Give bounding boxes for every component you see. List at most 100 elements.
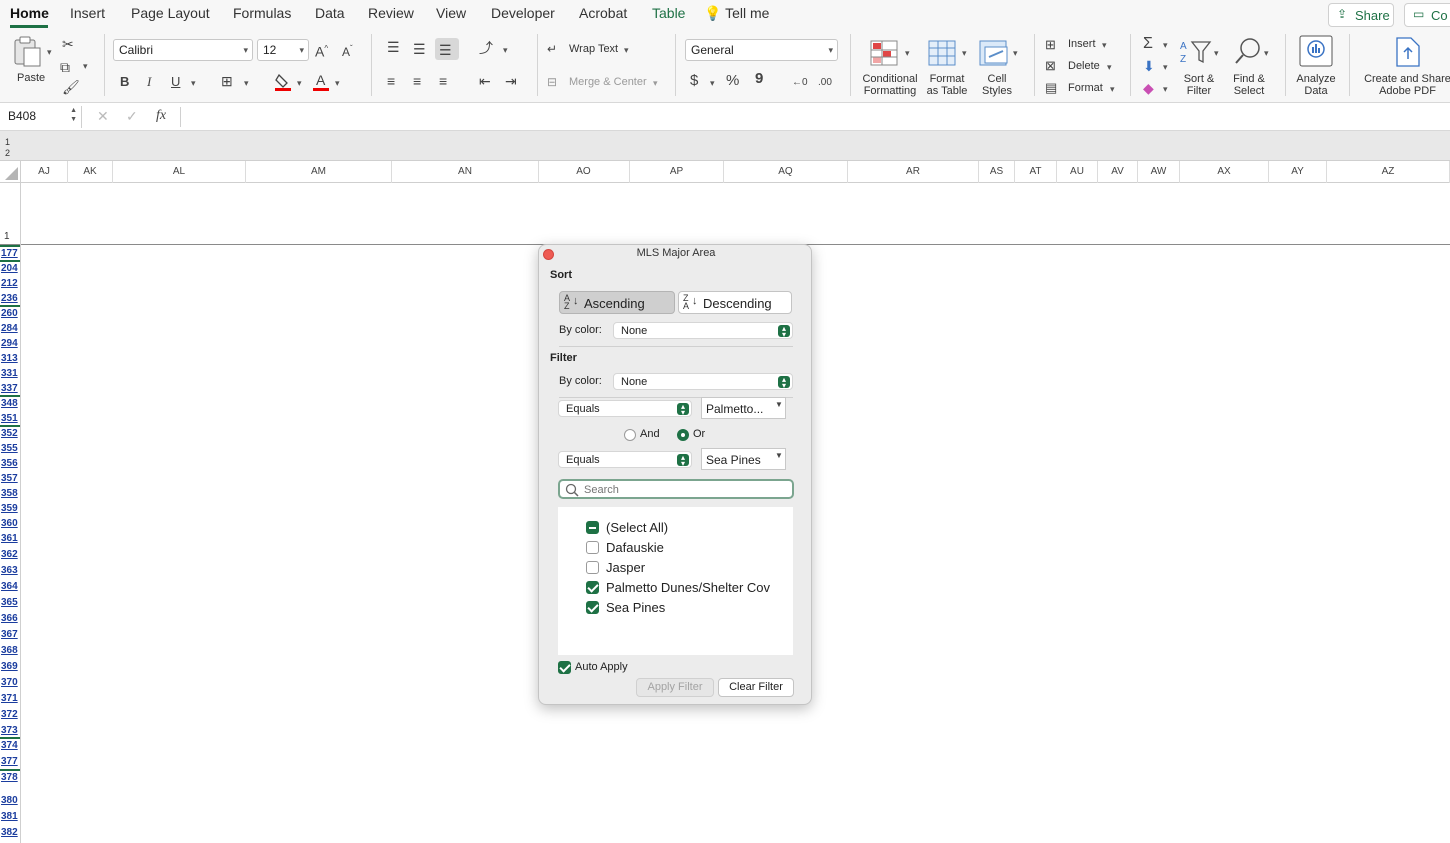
tab-acrobat[interactable]: Acrobat [579, 5, 627, 21]
tell-me[interactable]: 💡 Tell me [704, 5, 769, 22]
column-header-an[interactable]: AN [392, 161, 539, 183]
tab-page-layout[interactable]: Page Layout [131, 5, 210, 21]
row-header-236[interactable]: 236 [0, 293, 20, 304]
fill-color-dropdown-icon[interactable]: ▾ [297, 78, 302, 89]
number-format-select[interactable]: General ▾ [685, 39, 838, 61]
row-header-367[interactable]: 367 [0, 629, 20, 640]
row-header-331[interactable]: 331 [0, 368, 20, 379]
fill-icon[interactable]: ⬇ [1143, 58, 1155, 74]
increase-font-icon[interactable]: A^ [315, 41, 328, 60]
font-size-select[interactable]: 12 ▾ [257, 39, 309, 61]
delete-cells-button[interactable]: Delete [1068, 60, 1100, 72]
row-header-294[interactable]: 294 [0, 338, 20, 349]
align-center-icon[interactable]: ≡ [413, 73, 421, 89]
column-header-ao[interactable]: AO [538, 161, 630, 183]
filter-value-item[interactable]: Jasper [586, 559, 786, 577]
sort-color-select[interactable]: None ▴ ▾ [613, 322, 793, 339]
wrap-text-button[interactable]: Wrap Text [569, 43, 618, 55]
column-header-aq[interactable]: AQ [724, 161, 848, 183]
create-share-pdf-label[interactable]: Create and Share Adobe PDF [1360, 73, 1450, 97]
row-header-381[interactable]: 381 [0, 811, 20, 822]
tab-insert[interactable]: Insert [70, 5, 105, 21]
filter-value-item[interactable]: (Select All) [586, 519, 786, 537]
row-header-260[interactable]: 260 [0, 308, 20, 319]
and-radio[interactable] [624, 429, 636, 441]
borders-dropdown-icon[interactable]: ▾ [244, 78, 249, 89]
orientation-icon[interactable]: ⤴ [479, 40, 493, 56]
row-header-360[interactable]: 360 [0, 518, 20, 529]
confirm-entry-icon[interactable]: ✓ [126, 108, 138, 125]
tab-table[interactable]: Table [652, 5, 685, 21]
condition1-value-input[interactable]: Palmetto... [701, 397, 786, 419]
underline-button[interactable]: U [171, 74, 180, 90]
wrap-text-icon[interactable]: ↵ [547, 41, 557, 57]
font-name-select[interactable]: Calibri ▾ [113, 39, 253, 61]
paste-dropdown-icon[interactable]: ▾ [47, 47, 52, 58]
align-bottom-button[interactable]: ☰ [435, 38, 459, 60]
comments-button[interactable]: ▭ Co [1404, 3, 1450, 27]
align-left-icon[interactable]: ≡ [387, 73, 395, 89]
filter-value-checkbox[interactable] [586, 561, 599, 574]
condition2-dropdown-icon[interactable]: ▼ [775, 451, 783, 460]
conditional-formatting-icon[interactable] [870, 39, 900, 67]
row-header-365[interactable]: 365 [0, 597, 20, 608]
merge-center-button[interactable]: Merge & Center [569, 76, 647, 88]
search-input[interactable] [584, 482, 784, 497]
column-header-as[interactable]: AS [979, 161, 1015, 183]
tab-review[interactable]: Review [368, 5, 414, 21]
decrease-indent-icon[interactable]: ⇤ [479, 73, 491, 89]
row-header-348[interactable]: 348 [0, 398, 20, 409]
copy-dropdown-icon[interactable]: ▾ [83, 61, 88, 72]
condition2-operator-select[interactable]: Equals ▴ ▾ [558, 451, 692, 468]
underline-dropdown-icon[interactable]: ▾ [191, 78, 196, 89]
column-header-aw[interactable]: AW [1138, 161, 1180, 183]
apply-filter-button[interactable]: Apply Filter [636, 678, 714, 697]
tab-developer[interactable]: Developer [491, 5, 555, 21]
column-header-ax[interactable]: AX [1180, 161, 1269, 183]
row-header-372[interactable]: 372 [0, 709, 20, 720]
row-header-337[interactable]: 337 [0, 383, 20, 394]
column-header-ap[interactable]: AP [630, 161, 724, 183]
row-header-356[interactable]: 356 [0, 458, 20, 469]
row-header-364[interactable]: 364 [0, 581, 20, 592]
row-header-377[interactable]: 377 [0, 756, 20, 767]
adobe-pdf-icon[interactable] [1395, 37, 1421, 67]
row-header-177[interactable]: 177 [0, 248, 20, 259]
row-header-370[interactable]: 370 [0, 677, 20, 688]
row-header-357[interactable]: 357 [0, 473, 20, 484]
decrease-font-icon[interactable]: Aˇ [342, 41, 353, 60]
row-header-366[interactable]: 366 [0, 613, 20, 624]
borders-icon[interactable]: ⊞ [221, 73, 233, 89]
filter-value-item[interactable]: Palmetto Dunes/Shelter Cov [586, 579, 786, 597]
select-all-corner[interactable] [0, 161, 21, 183]
tab-view[interactable]: View [436, 5, 466, 21]
comma-button[interactable]: 9 [755, 71, 763, 87]
conditional-formatting-label[interactable]: Conditional Formatting [860, 73, 920, 97]
paste-icon[interactable] [12, 36, 42, 68]
filter-color-select[interactable]: None ▴ ▾ [613, 373, 793, 390]
sort-filter-label[interactable]: Sort & Filter [1178, 73, 1220, 97]
format-as-table-label[interactable]: Format as Table [922, 73, 972, 97]
row-header-352[interactable]: 352 [0, 428, 20, 439]
fill-color-icon[interactable] [275, 72, 293, 92]
filter-value-item[interactable]: Dafauskie [586, 539, 786, 557]
cell-styles-label[interactable]: Cell Styles [977, 73, 1017, 97]
increase-decimal-icon[interactable]: ←0 [792, 75, 808, 91]
row-header-212[interactable]: 212 [0, 278, 20, 289]
column-header-ar[interactable]: AR [848, 161, 979, 183]
row-header-363[interactable]: 363 [0, 565, 20, 576]
align-right-icon[interactable]: ≡ [439, 73, 447, 89]
or-radio[interactable] [677, 429, 689, 441]
row-header-362[interactable]: 362 [0, 549, 20, 560]
condition1-operator-select[interactable]: Equals ▴ ▾ [558, 400, 692, 417]
analyze-data-label[interactable]: Analyze Data [1291, 73, 1341, 97]
row-header-371[interactable]: 371 [0, 693, 20, 704]
align-top-icon[interactable]: ☰ [387, 39, 400, 55]
formula-input[interactable] [182, 106, 1442, 128]
row-header-374[interactable]: 374 [0, 740, 20, 751]
font-color-dropdown-icon[interactable]: ▾ [335, 78, 340, 89]
insert-cells-button[interactable]: Insert [1068, 38, 1096, 50]
decrease-decimal-icon[interactable]: .00 [818, 75, 832, 91]
sort-descending-button[interactable]: ZA ↓ Descending [678, 291, 792, 314]
column-header-ak[interactable]: AK [68, 161, 113, 183]
